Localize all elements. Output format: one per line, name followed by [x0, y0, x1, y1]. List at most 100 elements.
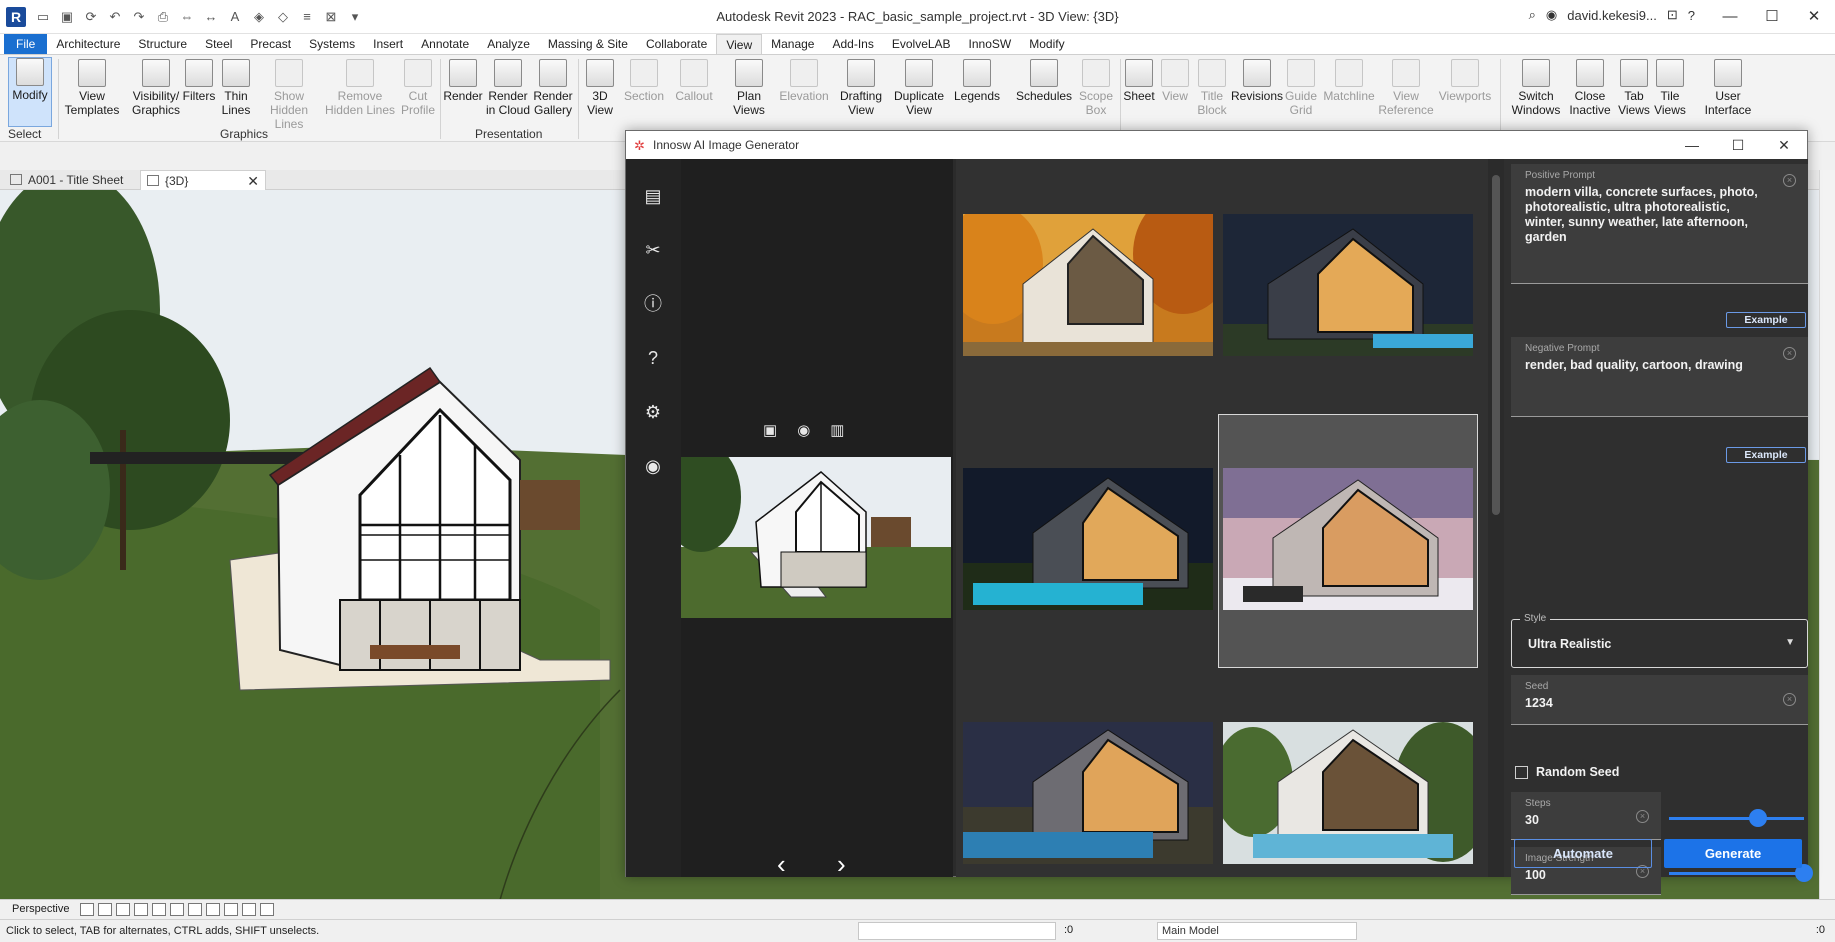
gallery-scrollbar[interactable] [1488, 159, 1504, 877]
gallery-image-starry-night-pool[interactable] [963, 468, 1213, 610]
render-in-cloud-button[interactable]: Render in Cloud [485, 59, 531, 117]
crop-view-icon[interactable] [152, 903, 166, 916]
view-reference-button[interactable]: View Reference [1378, 59, 1434, 117]
cart-icon[interactable]: ⊡ [1667, 7, 1678, 23]
document-icon[interactable]: ▤ [642, 185, 664, 207]
select-dropdown[interactable]: Select [8, 127, 41, 141]
style-select[interactable]: Style Ultra Realistic ▼ [1511, 613, 1808, 668]
positive-prompt-field[interactable]: Positive Prompt modern villa, concrete s… [1511, 164, 1808, 284]
schedules-button[interactable]: Schedules [1016, 59, 1072, 103]
steps-slider[interactable] [1669, 817, 1804, 820]
tab-innosw[interactable]: InnoSW [960, 34, 1021, 54]
help-icon[interactable]: ? [1688, 8, 1695, 23]
scissors-icon[interactable]: ✂ [642, 239, 664, 261]
temporary-hide-icon[interactable] [206, 903, 220, 916]
sheet-button[interactable]: Sheet [1122, 59, 1156, 103]
tab-structure[interactable]: Structure [129, 34, 196, 54]
dimension-icon[interactable]: ↔ [202, 8, 220, 26]
seed-value[interactable]: 1234 [1525, 696, 1768, 711]
tab-evolvelab[interactable]: EvolveLAB [883, 34, 960, 54]
prev-image-button[interactable]: ‹ [777, 851, 786, 877]
customize-icon[interactable]: ▾ [346, 8, 364, 26]
open-icon[interactable]: ▭ [34, 8, 52, 26]
show-hidden-lines-button[interactable]: Show Hidden Lines [256, 59, 322, 131]
clear-icon[interactable]: × [1636, 810, 1649, 823]
view-tab-3d[interactable]: {3D} ✕ [140, 170, 266, 190]
render-dialog-icon[interactable] [134, 903, 148, 916]
remove-hidden-lines-button[interactable]: Remove Hidden Lines [324, 59, 396, 117]
generate-button[interactable]: Generate [1664, 839, 1802, 868]
info-icon[interactable]: ⓘ [642, 293, 664, 315]
eye-icon[interactable]: ◉ [797, 421, 810, 439]
gallery-image-night-pool[interactable] [1223, 214, 1473, 356]
steps-value[interactable]: 30 [1525, 813, 1621, 828]
tab-analyze[interactable]: Analyze [478, 34, 539, 54]
filters-button[interactable]: Filters [180, 59, 218, 103]
steps-field[interactable]: Steps 30 × [1511, 792, 1661, 840]
undo-icon[interactable]: ↶ [106, 8, 124, 26]
negative-example-button[interactable]: Example [1726, 447, 1806, 463]
close-tab-icon[interactable]: ✕ [247, 171, 259, 191]
thin-lines-button[interactable]: Thin Lines [218, 59, 254, 117]
tab-view[interactable]: View [716, 34, 763, 54]
tab-annotate[interactable]: Annotate [412, 34, 478, 54]
settings-icon[interactable]: ⚙ [642, 401, 664, 423]
workset-combo[interactable] [858, 922, 1056, 940]
image-strength-value[interactable]: 100 [1525, 868, 1621, 883]
redo-icon[interactable]: ↷ [130, 8, 148, 26]
perspective-label[interactable]: Perspective [12, 903, 69, 915]
maximize-button[interactable]: ☐ [1751, 0, 1793, 34]
scope-box-button[interactable]: Scope Box [1075, 59, 1117, 117]
design-option-combo[interactable]: Main Model [1157, 922, 1357, 940]
export-image-icon[interactable]: ▣ [763, 421, 777, 439]
tab-systems[interactable]: Systems [300, 34, 364, 54]
random-seed-label[interactable]: Random Seed [1536, 765, 1619, 779]
clear-icon[interactable]: × [1783, 174, 1796, 187]
seed-field[interactable]: Seed 1234 × [1511, 675, 1808, 725]
gallery-image-autumn-day[interactable] [963, 214, 1213, 356]
dialog-minimize-button[interactable]: — [1669, 131, 1715, 159]
negative-prompt-field[interactable]: Negative Prompt render, bad quality, car… [1511, 337, 1808, 417]
gallery-scroll-thumb[interactable] [1492, 175, 1500, 515]
tab-modify[interactable]: Modify [1020, 34, 1073, 54]
sun-path-icon[interactable] [98, 903, 112, 916]
tab-precast[interactable]: Precast [241, 34, 300, 54]
tab-views-button[interactable]: Tab Views [1616, 59, 1652, 117]
matchline-button[interactable]: Matchline [1321, 59, 1377, 103]
title-block-button[interactable]: Title Block [1193, 59, 1231, 117]
text-icon[interactable]: A [226, 8, 244, 26]
selection-filter[interactable]: :0 [1816, 924, 1825, 936]
binoculars-icon[interactable]: ⌕ [1529, 7, 1536, 23]
tab-collaborate[interactable]: Collaborate [637, 34, 716, 54]
section-icon[interactable]: ◇ [274, 8, 292, 26]
user-icon[interactable]: ◉ [1546, 7, 1557, 23]
view-templates-button[interactable]: View Templates [62, 59, 122, 117]
3d-icon[interactable]: ◈ [250, 8, 268, 26]
switch-windows-button[interactable]: Switch Windows [1509, 59, 1563, 117]
user-name[interactable]: david.kekesi9... [1567, 8, 1657, 23]
minimize-button[interactable]: — [1709, 0, 1751, 34]
revit-logo[interactable]: R [6, 7, 26, 27]
automate-button[interactable]: Automate [1514, 839, 1652, 868]
positive-example-button[interactable]: Example [1726, 312, 1806, 328]
user-icon[interactable]: ◉ [642, 455, 664, 477]
image-strength-slider[interactable] [1669, 872, 1804, 875]
tab-steel[interactable]: Steel [196, 34, 241, 54]
visibility-graphics-button[interactable]: Visibility/ Graphics [126, 59, 186, 117]
visual-style-icon[interactable] [80, 903, 94, 916]
positive-prompt-value[interactable]: modern villa, concrete surfaces, photo, … [1525, 185, 1768, 245]
steps-slider-thumb[interactable] [1749, 809, 1768, 827]
tab-add-ins[interactable]: Add-Ins [823, 34, 882, 54]
dialog-maximize-button[interactable]: ☐ [1715, 131, 1761, 159]
measure-icon[interactable]: ⇔ [178, 8, 196, 26]
modify-button[interactable]: Modify [8, 57, 52, 127]
tab-manage[interactable]: Manage [762, 34, 823, 54]
gallery-image-sunny-pool[interactable] [1223, 722, 1473, 864]
next-image-button[interactable]: › [837, 851, 846, 877]
elevation-button[interactable]: Elevation [778, 59, 830, 103]
tab-insert[interactable]: Insert [364, 34, 412, 54]
viewport-scrollbar[interactable] [1819, 170, 1835, 900]
help-icon[interactable]: ? [642, 347, 664, 369]
lock-view-icon[interactable] [188, 903, 202, 916]
legends-button[interactable]: Legends [952, 59, 1002, 103]
